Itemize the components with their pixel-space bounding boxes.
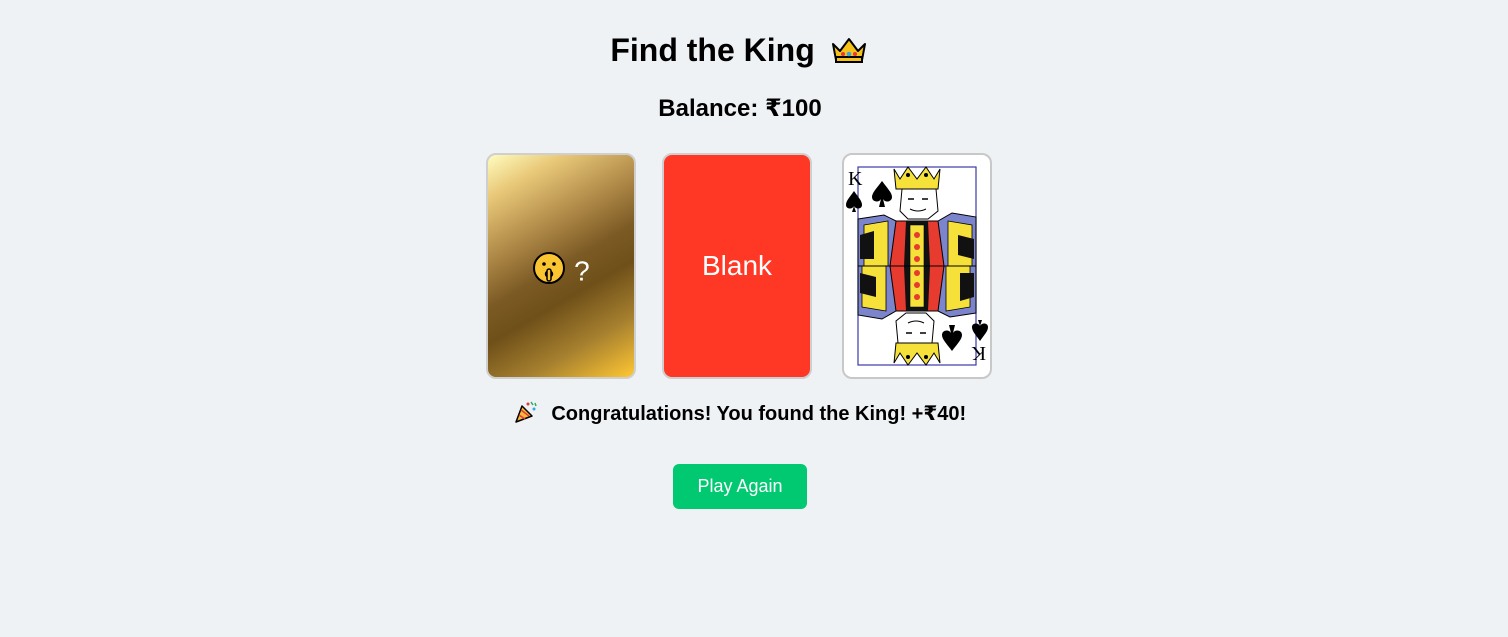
- shushing-face-icon: [532, 252, 574, 291]
- king-of-spades-image: K K: [846, 166, 988, 366]
- party-popper-icon: [514, 401, 552, 425]
- card-face-down[interactable]: ?: [486, 153, 636, 379]
- svg-text:K: K: [848, 168, 863, 190]
- card-hidden-label: ?: [574, 255, 590, 287]
- balance-display: Balance: ₹100: [658, 95, 822, 122]
- play-again-button[interactable]: Play Again: [673, 464, 807, 509]
- page-title: Find the King: [0, 32, 1478, 73]
- card-blank[interactable]: Blank: [662, 153, 812, 379]
- card-blank-label: Blank: [701, 250, 773, 281]
- crown-icon: [830, 35, 868, 73]
- svg-text:K: K: [971, 342, 986, 364]
- card-king-of-spades[interactable]: K K: [842, 153, 992, 379]
- title-text: Find the King: [610, 32, 815, 68]
- result-message: Congratulations! You found the King! +₹4…: [0, 400, 1480, 426]
- result-text: Congratulations! You found the King! +₹4…: [551, 403, 967, 425]
- card-face: ?: [488, 251, 634, 292]
